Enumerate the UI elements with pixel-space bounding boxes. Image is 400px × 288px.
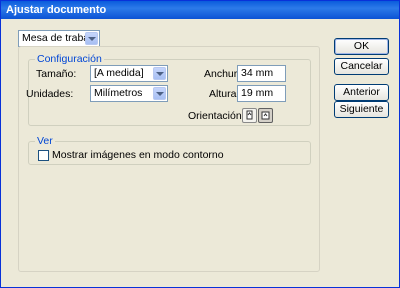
size-label: Tamaño:	[36, 68, 77, 80]
chevron-down-icon	[153, 67, 166, 80]
previous-button[interactable]: Anterior	[334, 84, 389, 101]
cancel-button[interactable]: Cancelar	[334, 58, 389, 75]
chevron-down-icon	[85, 32, 98, 45]
size-select[interactable]: [A medida]	[90, 65, 168, 82]
units-label: Unidades:	[26, 88, 74, 100]
outline-checkbox[interactable]	[38, 150, 49, 161]
units-select-value: Milímetros	[94, 87, 143, 99]
height-field[interactable]: 19 mm	[237, 85, 286, 102]
ok-button[interactable]: OK	[334, 38, 389, 55]
preset-select[interactable]: Mesa de trabajo	[18, 30, 100, 47]
portrait-icon	[246, 110, 253, 120]
orientation-label: Orientación:	[188, 110, 245, 122]
dialog-window: Ajustar documento Mesa de trabajo Config…	[0, 0, 400, 288]
orientation-landscape-button[interactable]	[258, 108, 273, 123]
units-select[interactable]: Milímetros	[90, 85, 168, 102]
height-label: Altura:	[209, 88, 240, 100]
size-select-value: [A medida]	[94, 67, 144, 79]
dialog-body: Mesa de trabajo Configuración Tamaño: [A…	[4, 22, 396, 284]
window-title: Ajustar documento	[6, 4, 107, 16]
orientation-portrait-button[interactable]	[242, 108, 257, 123]
title-bar[interactable]: Ajustar documento	[1, 1, 399, 19]
outline-checkbox-label[interactable]: Mostrar imágenes en modo contorno	[52, 149, 224, 161]
landscape-icon	[261, 111, 270, 120]
width-field[interactable]: 34 mm	[237, 65, 286, 82]
config-legend: Configuración	[35, 53, 104, 65]
chevron-down-icon	[153, 87, 166, 100]
next-button[interactable]: Siguiente	[334, 101, 389, 118]
view-legend: Ver	[35, 135, 55, 147]
